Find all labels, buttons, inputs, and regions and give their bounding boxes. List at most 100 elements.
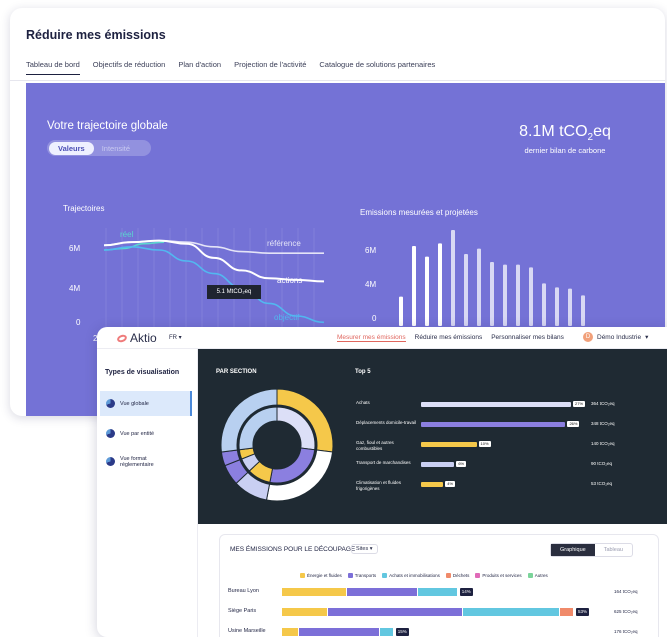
sidebar-item-label: Vue globale <box>120 400 149 407</box>
pie-chart-icon <box>106 399 115 408</box>
total-unit: eq <box>593 123 611 140</box>
view-toggle[interactable]: Graphique Tableau <box>550 543 633 557</box>
y-tick-left: 6M <box>69 244 81 253</box>
top5-bar <box>421 442 477 447</box>
legend-swatch <box>382 573 388 578</box>
trajectoires-label: Trajectoires <box>63 204 105 213</box>
legend-item: Déchets <box>445 573 470 578</box>
sidebar-title: Types de visualisation <box>105 369 180 376</box>
top5-value: 348 tCO₂eq <box>591 421 615 426</box>
language-label: FR <box>169 335 177 341</box>
card-title: MES ÉMISSIONS POUR LE DÉCOUPAGE <box>230 546 356 553</box>
site-name: Bureau Lyon <box>228 588 259 594</box>
decoupage-card: MES ÉMISSIONS POUR LE DÉCOUPAGE Sites ▾ … <box>219 534 659 637</box>
top5-percent: 6% <box>456 461 467 467</box>
sidebar-item-vue-globale[interactable]: Vue globale <box>100 391 192 416</box>
top5-row: Transport de marchandises 6% 90 tCO₂eq <box>356 460 667 480</box>
top5-percent: 26% <box>567 421 580 427</box>
tab-divider <box>10 80 665 81</box>
sidebar-item-vue-entite[interactable]: Vue par entité <box>100 421 192 446</box>
aktio-logo[interactable]: Aktio <box>116 331 157 345</box>
top5-name: Achats <box>356 400 370 405</box>
site-percent: 15% <box>395 628 409 636</box>
emission-bar <box>503 264 507 326</box>
top5-bar <box>421 422 566 427</box>
nav-mesurer[interactable]: Mesurer mes émissions <box>337 334 406 342</box>
y-tick-left: 0 <box>76 318 81 327</box>
emission-bar <box>451 230 455 326</box>
label-reel: réel <box>120 230 134 239</box>
view-graphique[interactable]: Graphique <box>551 544 595 556</box>
sites-select[interactable]: Sites ▾ <box>351 544 378 554</box>
site-row: Usine Marseille 15% 176 tCO₂eq <box>228 627 658 637</box>
language-select[interactable]: FR ▾ <box>169 334 182 341</box>
chart-tooltip: 5.1 MtCO₂eq <box>207 285 261 299</box>
sites-label: Sites <box>356 546 369 552</box>
tab-tableau-de-bord[interactable]: Tableau de bord <box>26 60 80 75</box>
top5-value: 140 tCO₂eq <box>591 441 615 446</box>
visualisation-sidebar: Types de visualisation Vue globale Vue p… <box>97 349 198 637</box>
site-percent: 14% <box>459 588 473 596</box>
top5-title: Top 5 <box>355 369 371 375</box>
top5-row: Climatisation et fluides frigorigènes 4%… <box>356 480 667 500</box>
toggle-intensite[interactable]: Intensité <box>94 142 138 155</box>
tab-plan-action[interactable]: Plan d'action <box>178 60 221 75</box>
emission-bar <box>581 295 585 326</box>
sidebar-item-label: Vue format réglementaire <box>120 455 154 468</box>
top5-percent: 10% <box>478 441 491 447</box>
legend-label: Déchets <box>452 573 470 578</box>
top5-bar <box>421 402 571 407</box>
top5-row: Achats 27% 364 tCO₂eq <box>356 400 667 420</box>
page-title: Réduire mes émissions <box>26 28 166 42</box>
org-switcher[interactable]: D Démo Industrie ▾ <box>583 332 648 342</box>
aktio-window: Aktio FR ▾ Mesurer mes émissions Réduire… <box>97 327 667 637</box>
bar-segment <box>560 608 573 616</box>
view-tableau[interactable]: Tableau <box>595 544 632 556</box>
legend-swatch <box>475 573 481 578</box>
bar-segment <box>327 608 463 616</box>
tab-objectifs[interactable]: Objectifs de réduction <box>93 60 166 75</box>
total-emissions: 8.1M tCO2eq <box>500 123 630 143</box>
emission-bar <box>477 248 481 326</box>
legend-label: Produits et services <box>482 573 522 578</box>
legend-swatch <box>527 573 533 578</box>
bar-segment <box>347 588 418 596</box>
emission-bar <box>516 264 520 326</box>
top5-row: Gaz, fioul et autres combustibles 10% 14… <box>356 440 667 460</box>
legend-item: Produits et services <box>475 573 522 578</box>
tab-projection[interactable]: Projection de l'activité <box>234 60 306 75</box>
site-value: 625 tCO₂eq <box>614 609 638 614</box>
legend-label: Autres <box>534 573 548 578</box>
y-tick-right: 0 <box>372 314 377 323</box>
main-nav: Mesurer mes émissions Réduire mes émissi… <box>337 334 564 342</box>
site-row: Bureau Lyon 14% 164 tCO₂eq <box>228 587 658 597</box>
top5-name: Climatisation et fluides frigorigènes <box>356 480 402 491</box>
site-stacked-bar <box>282 588 458 596</box>
emission-bar <box>399 296 403 326</box>
label-actions: actions <box>277 276 303 285</box>
toggle-valeurs[interactable]: Valeurs <box>49 141 94 155</box>
par-section-title: PAR SECTION <box>216 369 257 375</box>
top5-name: Transport de marchandises <box>356 460 411 465</box>
bar-segment <box>299 628 379 636</box>
sidebar-item-label: Vue par entité <box>120 430 155 437</box>
nav-personnaliser[interactable]: Personnaliser mes bilans <box>491 334 564 342</box>
top5-value: 90 tCO₂eq <box>591 461 613 466</box>
legend-item: Transports <box>347 573 376 578</box>
emission-bar <box>542 283 546 326</box>
top5-percent: 27% <box>573 401 586 407</box>
site-value: 164 tCO₂eq <box>614 589 638 594</box>
section-donut-chart <box>220 388 334 502</box>
pie-chart-icon <box>106 429 115 438</box>
tab-catalogue[interactable]: Catalogue de solutions partenaires <box>319 60 435 75</box>
aktio-logo-icon <box>116 333 128 343</box>
site-percent: 53% <box>576 608 590 616</box>
sidebar-item-vue-reglementaire[interactable]: Vue format réglementaire <box>100 449 170 474</box>
bar-segment <box>282 628 298 636</box>
emission-bar <box>490 262 494 326</box>
site-name: Siège Paris <box>228 608 257 614</box>
value-toggle[interactable]: Valeurs Intensité <box>47 140 151 156</box>
nav-reduire[interactable]: Réduire mes émissions <box>415 334 483 342</box>
top5-percent: 4% <box>445 481 455 487</box>
legend-item: Autres <box>527 573 548 578</box>
